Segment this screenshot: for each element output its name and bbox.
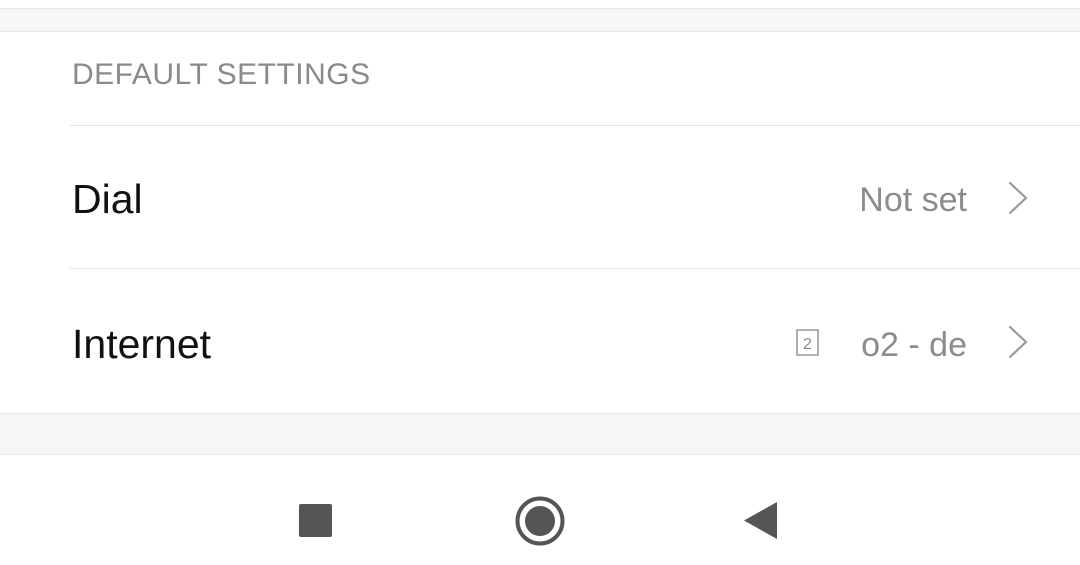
section-header: DEFAULT SETTINGS <box>72 58 371 91</box>
navigation-bar <box>0 455 1080 565</box>
dial-label: Dial <box>72 176 143 222</box>
sim-card-icon: 2 <box>796 329 819 356</box>
internet-value: o2 - de <box>861 326 967 364</box>
chevron-right-icon <box>1008 325 1028 359</box>
chevron-right-icon <box>1008 181 1028 215</box>
recents-square-icon[interactable] <box>299 504 332 537</box>
internet-row[interactable]: Internet 2 o2 - de <box>0 269 1080 412</box>
dial-row[interactable]: Dial Not set <box>0 126 1080 269</box>
home-circle-icon[interactable] <box>515 496 565 546</box>
dial-value: Not set <box>859 181 967 219</box>
back-triangle-icon[interactable] <box>744 502 777 539</box>
sim-slot-number: 2 <box>803 336 812 353</box>
section-gap-bottom <box>0 413 1080 455</box>
top-strip <box>0 0 1080 8</box>
section-gap-top <box>0 8 1080 32</box>
internet-label: Internet <box>72 321 212 367</box>
